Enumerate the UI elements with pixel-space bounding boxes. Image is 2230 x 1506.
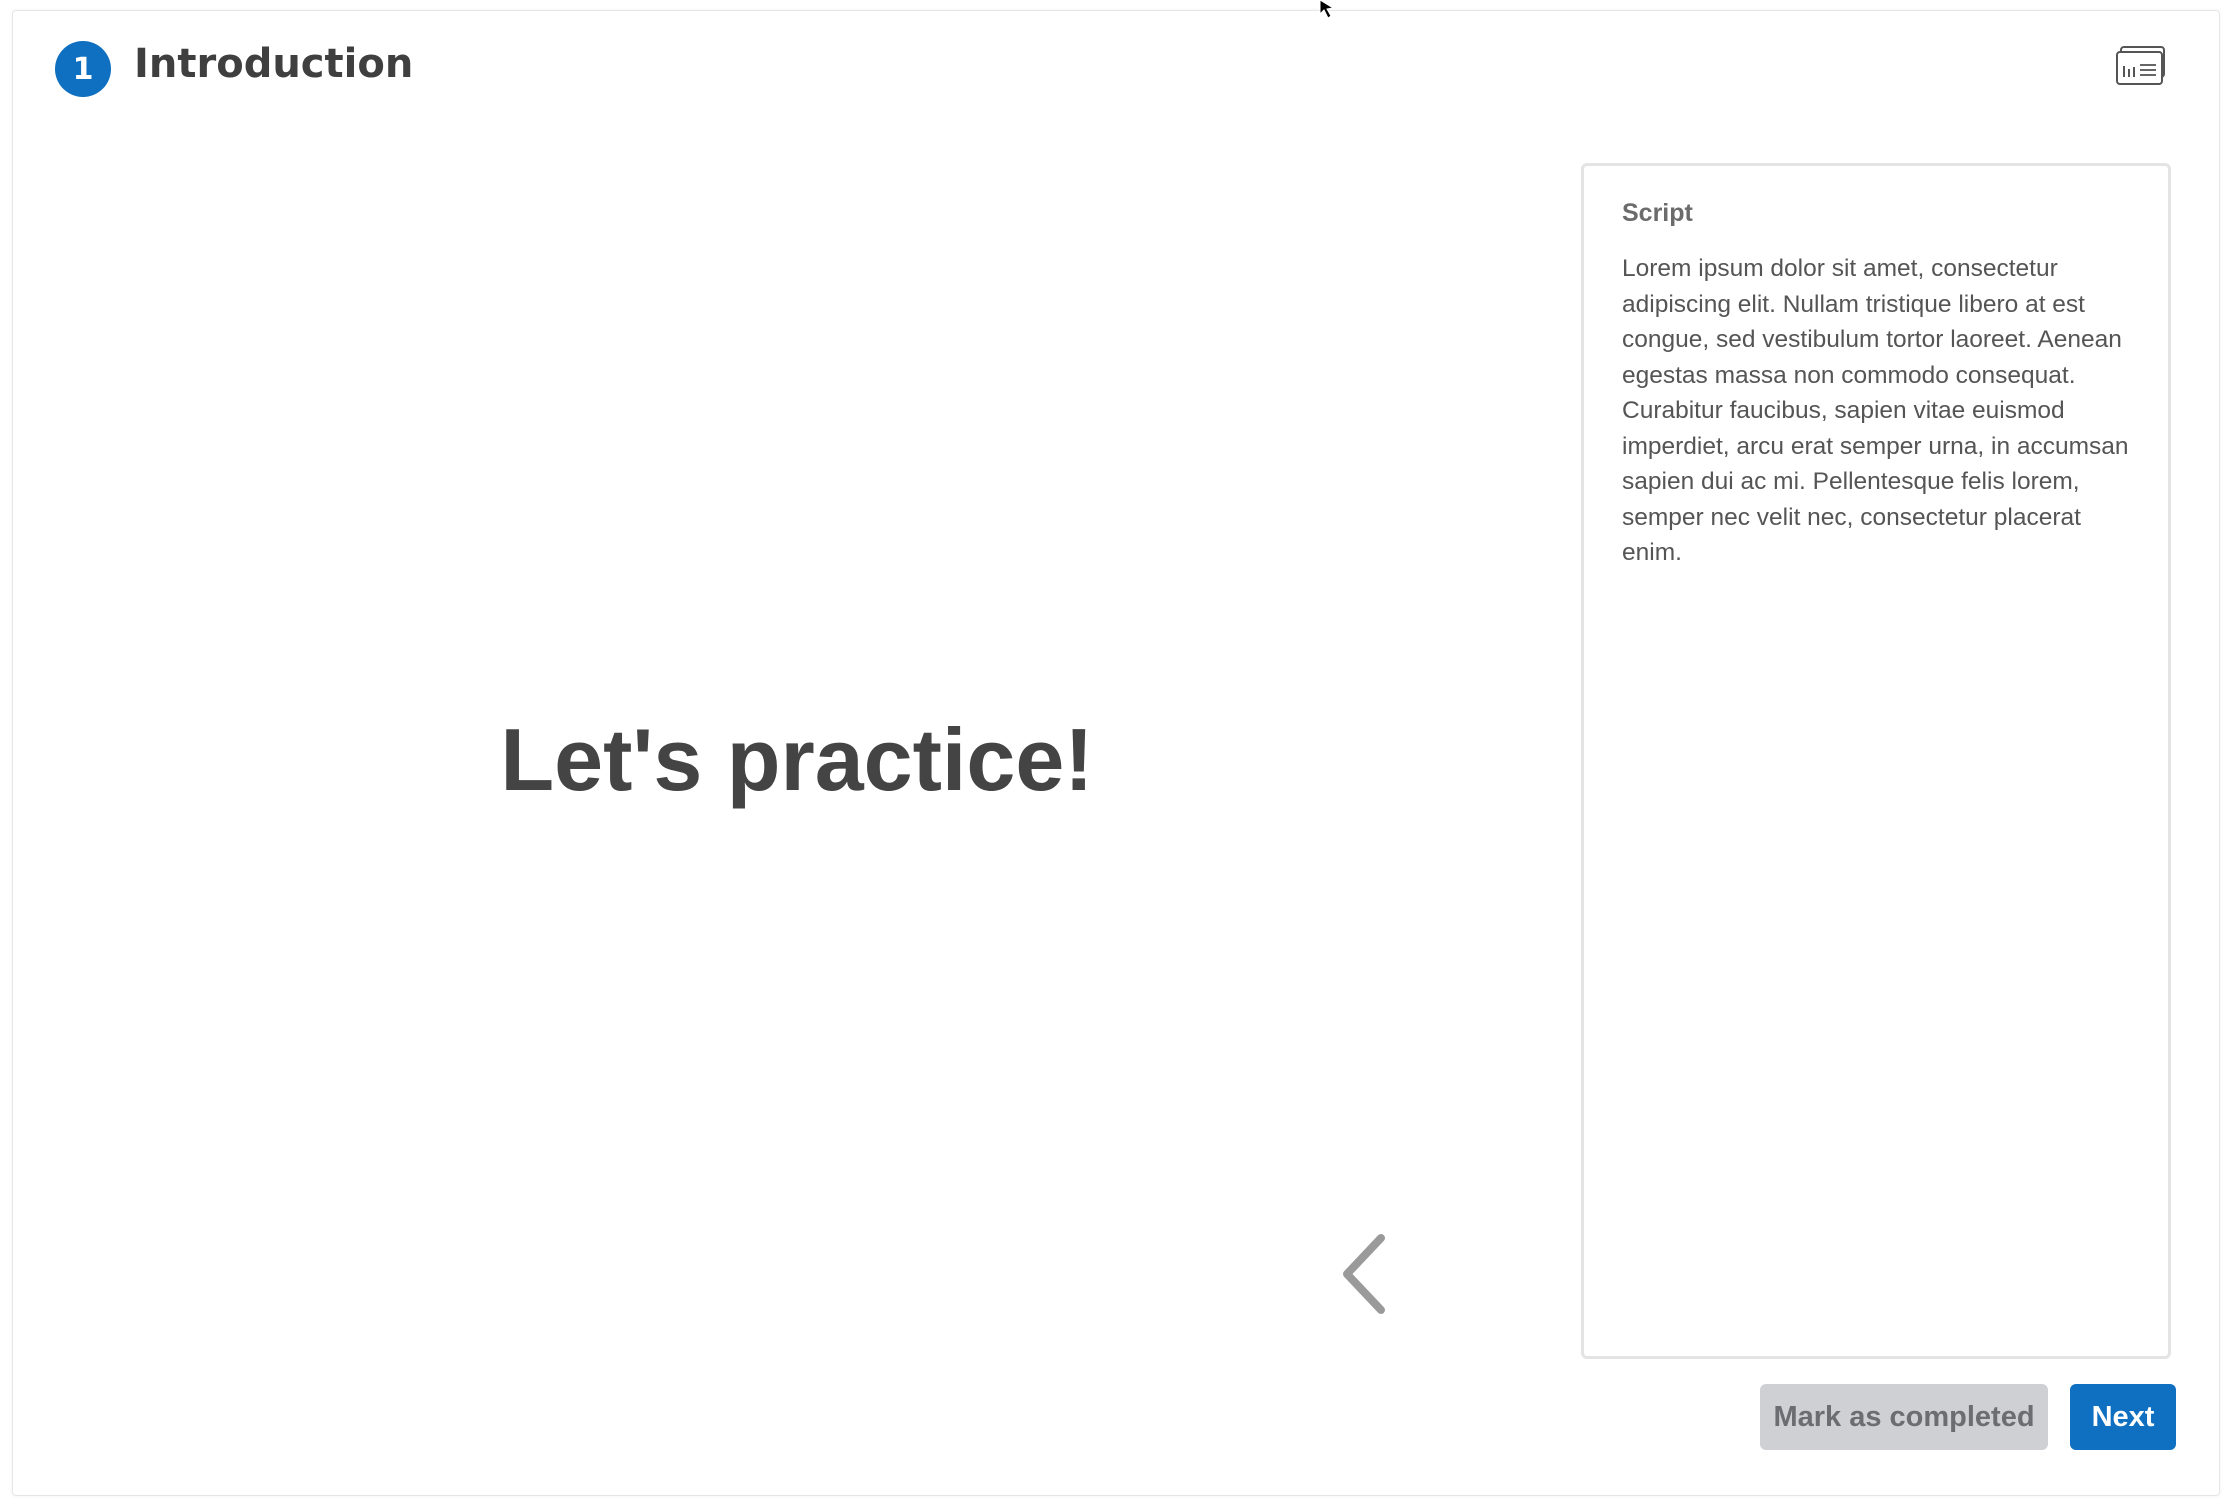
script-panel: Script Lorem ipsum dolor sit amet, conse… — [1581, 163, 2171, 1359]
step-number: 1 — [72, 51, 94, 87]
next-button[interactable]: Next — [2070, 1384, 2176, 1450]
script-title: Script — [1622, 199, 1693, 227]
slides-list-icon[interactable] — [2116, 46, 2166, 86]
page-title: Introduction — [134, 41, 414, 87]
mark-as-completed-button[interactable]: Mark as completed — [1760, 1384, 2048, 1450]
step-number-badge: 1 — [55, 41, 111, 97]
slide-heading: Let's practice! — [500, 710, 1094, 809]
mouse-cursor-icon — [1318, 0, 1342, 20]
chevron-left-icon[interactable] — [1335, 1232, 1395, 1316]
script-body: Lorem ipsum dolor sit amet, consectetur … — [1622, 255, 2129, 566]
